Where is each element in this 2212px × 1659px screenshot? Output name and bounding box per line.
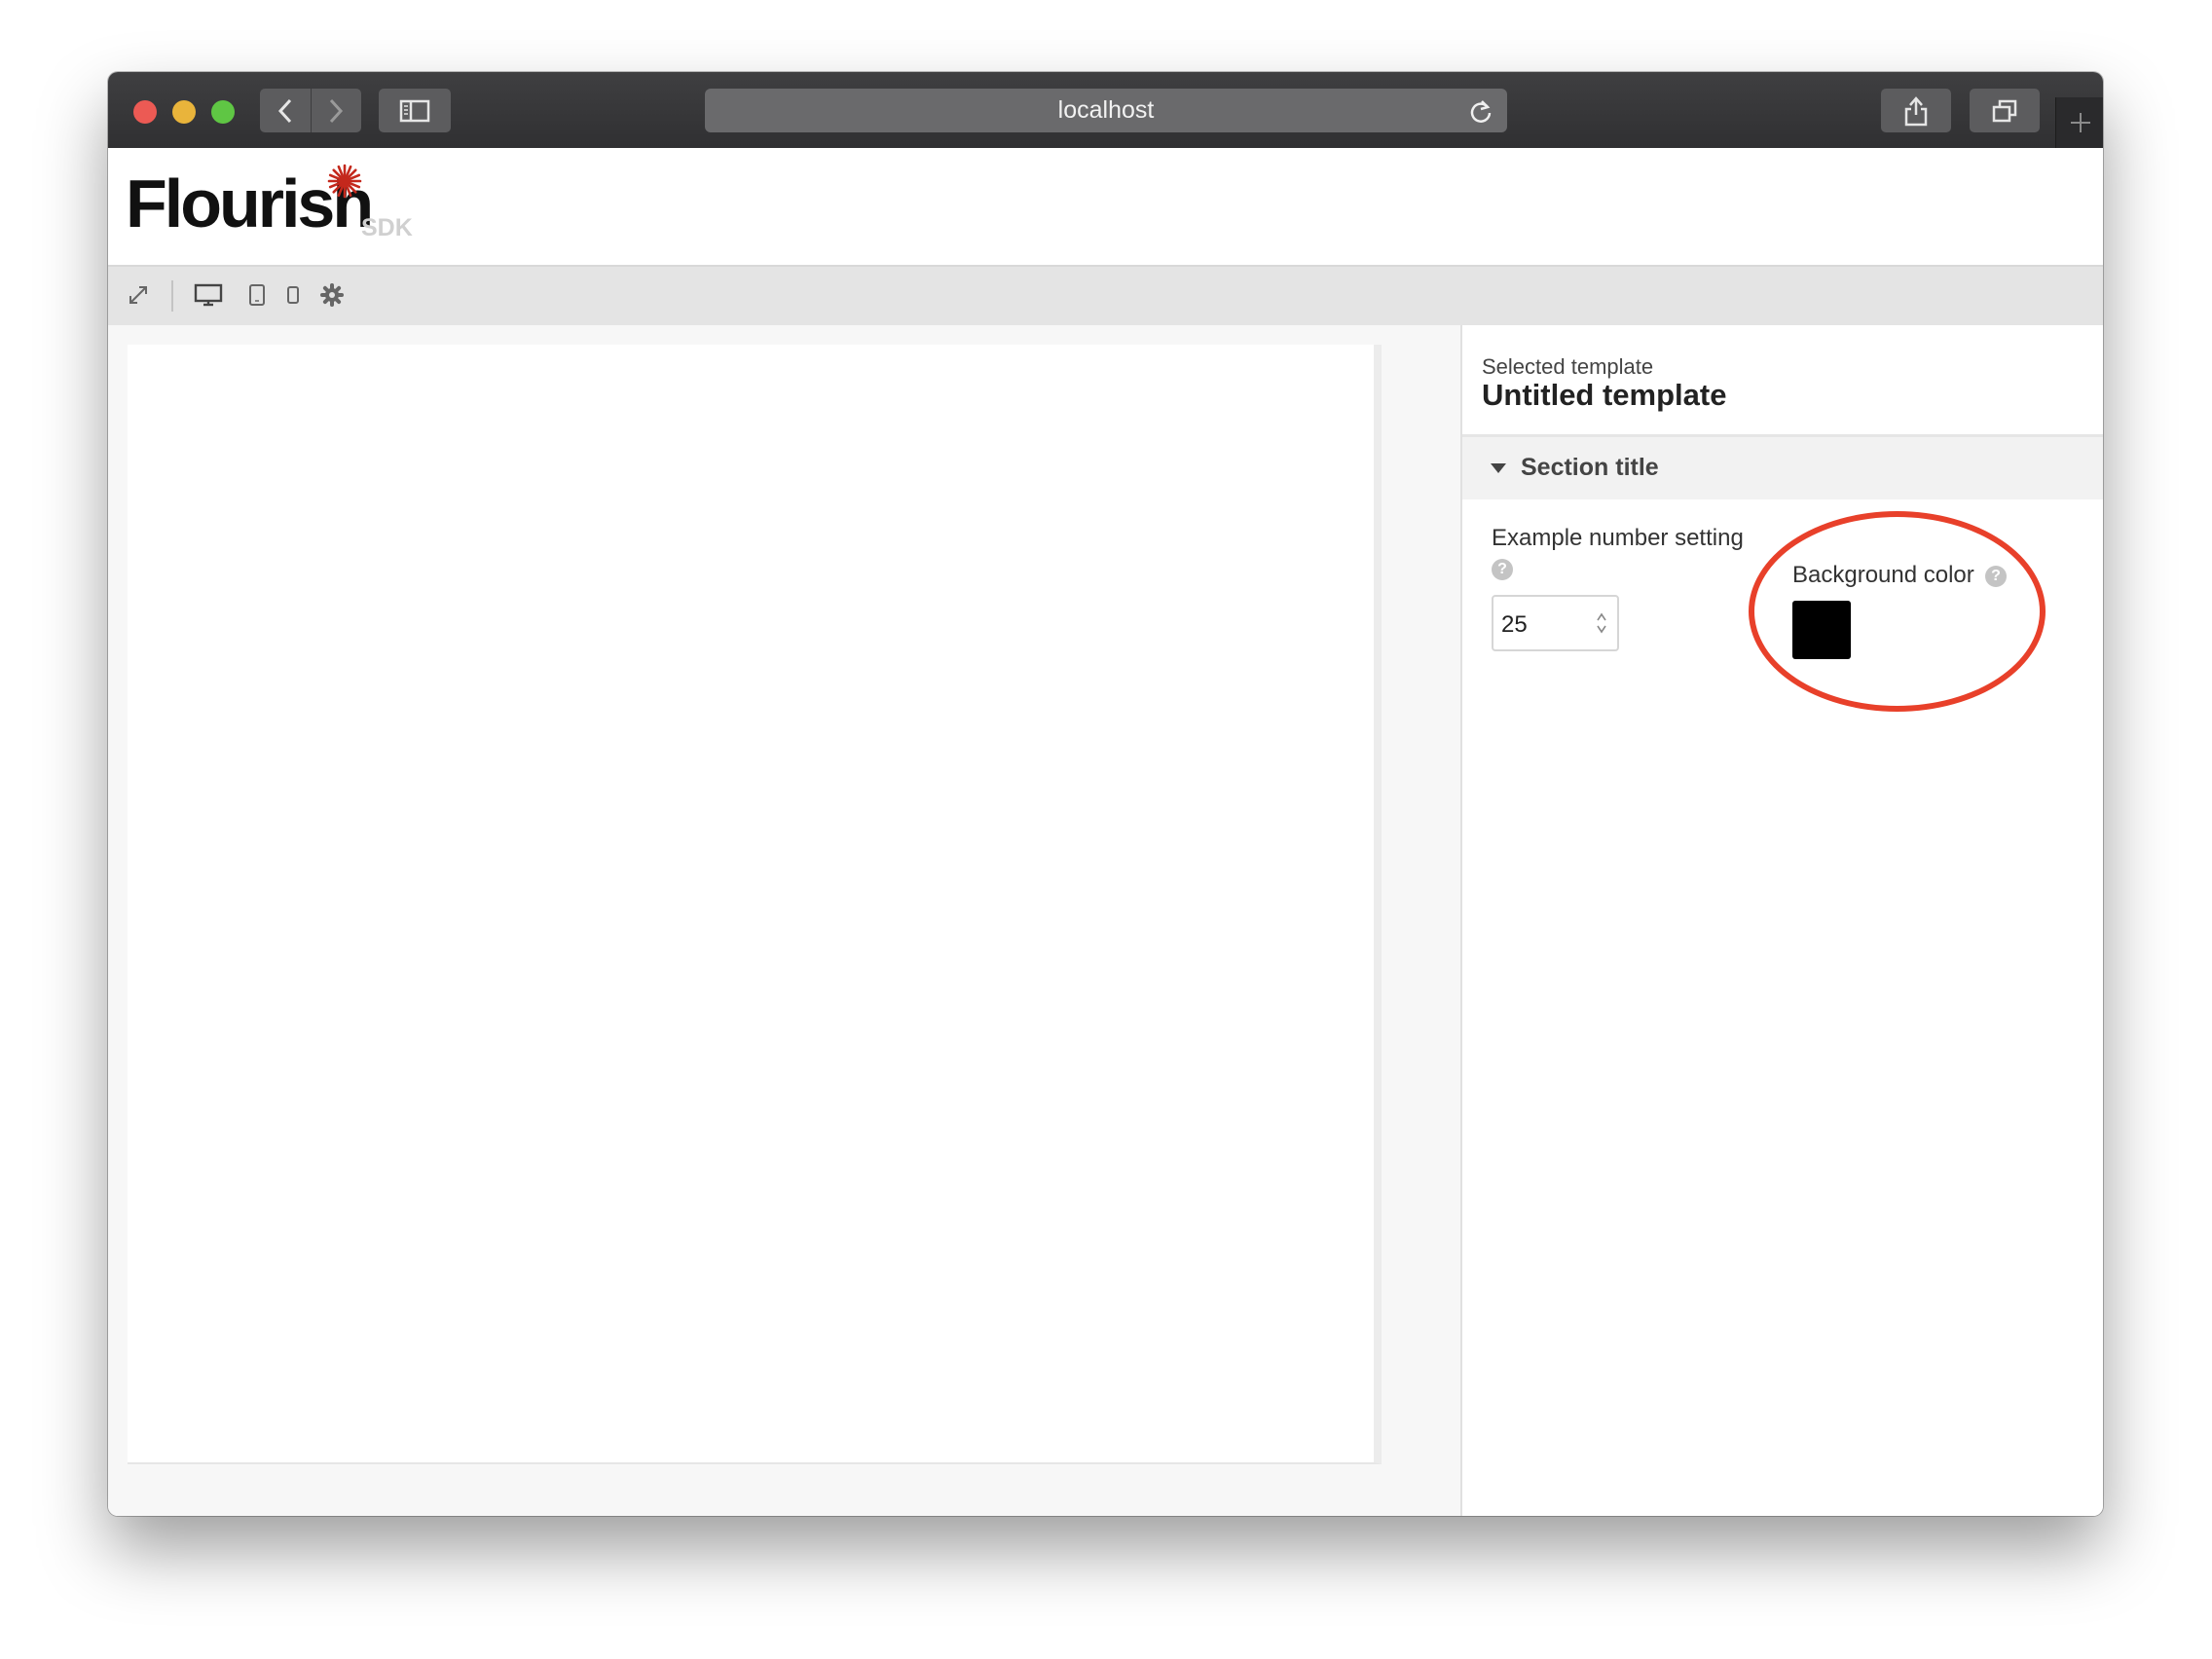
phone-icon [287, 286, 299, 304]
address-text: localhost [1057, 96, 1155, 124]
number-setting-input[interactable]: 25 [1492, 595, 1619, 651]
number-setting-label: Example number setting [1492, 525, 1744, 551]
app-header: Flourish SDK [108, 148, 2103, 267]
section-title: Section title [1521, 454, 1659, 481]
number-setting-value: 25 [1501, 611, 1528, 638]
background-color-label: Background color [1792, 562, 1974, 588]
new-tab-button[interactable] [2055, 97, 2103, 148]
maximize-window-button[interactable] [211, 100, 235, 124]
desktop-icon [194, 283, 223, 307]
tabs-icon [1992, 99, 2017, 122]
settings-panel: Selected template Untitled template Sect… [1460, 325, 2103, 1516]
help-icon[interactable]: ? [1492, 559, 1513, 580]
address-bar[interactable]: localhost [705, 89, 1507, 132]
minimize-window-button[interactable] [172, 100, 196, 124]
desktop-view-button[interactable] [194, 283, 223, 307]
gear-icon [320, 283, 344, 307]
navigation-buttons [260, 89, 361, 132]
chevron-right-icon [330, 98, 344, 123]
sdk-label: SDK [361, 214, 413, 241]
back-button[interactable] [260, 89, 311, 132]
flourish-star-icon [327, 164, 362, 199]
settings-button[interactable] [320, 283, 344, 307]
preview-toolbar [108, 267, 2103, 325]
close-window-button[interactable] [133, 100, 157, 124]
sidebar-toggle-button[interactable] [379, 89, 451, 132]
section-header[interactable]: Section title [1462, 437, 2103, 499]
visualisation-preview[interactable] [128, 345, 1382, 1464]
toolbar-divider [171, 280, 173, 312]
share-icon [1904, 95, 1928, 126]
selected-template-title: Untitled template [1482, 378, 1727, 412]
preview-area [108, 325, 1459, 1516]
chevron-left-icon [277, 98, 291, 123]
tablet-view-button[interactable] [248, 283, 266, 307]
help-icon[interactable]: ? [1985, 566, 2007, 587]
browser-window: localhost Flourish SDK Selected template… [108, 72, 2103, 1516]
stepper-arrows-icon[interactable] [1596, 610, 1607, 636]
expand-button[interactable] [127, 283, 150, 307]
forward-button[interactable] [310, 89, 362, 132]
caret-down-icon [1491, 463, 1506, 473]
sidebar-icon [399, 99, 430, 122]
plus-icon [2070, 113, 2090, 132]
expand-icon [129, 286, 147, 304]
share-button[interactable] [1881, 89, 1951, 132]
reload-icon[interactable] [1468, 97, 1493, 131]
background-color-swatch[interactable] [1792, 601, 1851, 659]
selected-template-caption: Selected template [1482, 354, 1654, 379]
tablet-icon [249, 284, 265, 306]
browser-titlebar: localhost [108, 72, 2103, 148]
show-tabs-button[interactable] [1970, 89, 2040, 132]
phone-view-button[interactable] [286, 283, 300, 307]
